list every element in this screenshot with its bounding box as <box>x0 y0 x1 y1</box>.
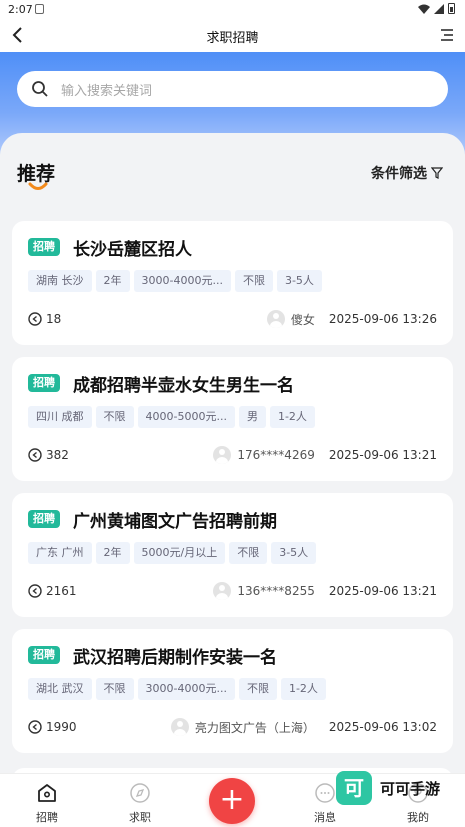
sim-icon <box>35 4 44 14</box>
recruit-badge: 招聘 <box>28 238 60 256</box>
battery-icon <box>448 3 455 14</box>
post-time: 2025-09-06 13:26 <box>328 312 437 326</box>
job-tags: 湖北 武汉 不限 3000-4000元... 不限 1-2人 <box>28 678 326 700</box>
job-tags: 四川 成都 不限 4000-5000元... 男 1-2人 <box>28 406 315 428</box>
tab-job-seek-label: 求职 <box>129 811 151 824</box>
search-icon <box>32 81 48 97</box>
tag-experience: 不限 <box>95 678 134 700</box>
view-count: 2161 <box>28 584 77 598</box>
poster-info: 136****8255 2025-09-06 13:21 <box>213 582 437 600</box>
tag-location: 湖北 武汉 <box>28 678 92 700</box>
tab-profile-label: 我的 <box>407 811 429 824</box>
view-count: 382 <box>28 448 69 462</box>
tag-salary: 3000-4000元... <box>137 678 235 700</box>
publish-button[interactable]: + <box>209 778 255 824</box>
view-count: 1990 <box>28 720 77 734</box>
tab-recruit-label: 招聘 <box>36 811 58 824</box>
tag-headcount: 1-2人 <box>280 678 326 700</box>
post-time: 2025-09-06 13:02 <box>328 720 437 734</box>
tag-headcount: 3-5人 <box>271 542 317 564</box>
eye-icon <box>28 720 42 734</box>
tag-experience: 不限 <box>95 406 134 428</box>
avatar <box>213 446 232 464</box>
tag-location: 湖南 长沙 <box>28 270 92 292</box>
post-time: 2025-09-06 13:21 <box>328 448 437 462</box>
signal-icon <box>434 3 444 14</box>
compass-icon <box>130 783 150 803</box>
tag-salary: 4000-5000元... <box>137 406 235 428</box>
avatar <box>213 582 232 600</box>
recruit-badge: 招聘 <box>28 646 60 664</box>
post-time: 2025-09-06 13:21 <box>328 584 437 598</box>
view-count-value: 382 <box>46 448 69 462</box>
job-card[interactable]: 招聘 武汉招聘后期制作安装一名 湖北 武汉 不限 3000-4000元... 不… <box>12 629 453 753</box>
tag-headcount: 3-5人 <box>276 270 322 292</box>
status-time: 2:07 <box>8 3 33 16</box>
funnel-icon <box>431 167 443 179</box>
tab-recruit[interactable]: 招聘 <box>27 782 67 825</box>
tag-gender: 不限 <box>229 542 268 564</box>
filter-label: 条件筛选 <box>371 166 427 182</box>
tag-gender: 男 <box>238 406 266 428</box>
wifi-icon <box>418 4 430 14</box>
job-card[interactable]: 招聘 广州黄埔图文广告招聘前期 广东 广州 2年 5000元/月以上 不限 3-… <box>12 493 453 617</box>
recruit-badge: 招聘 <box>28 374 60 392</box>
job-title: 成都招聘半壶水女生男生一名 <box>73 376 294 396</box>
page-title: 求职招聘 <box>206 31 259 46</box>
message-icon <box>315 783 335 803</box>
search-input[interactable]: 输入搜索关键词 <box>17 71 448 107</box>
eye-icon <box>28 312 42 326</box>
eye-icon <box>28 584 42 598</box>
job-title: 广州黄埔图文广告招聘前期 <box>73 512 277 532</box>
job-tags: 湖南 长沙 2年 3000-4000元... 不限 3-5人 <box>28 270 322 292</box>
poster-name: 136****8255 <box>237 584 315 598</box>
poster-info: 176****4269 2025-09-06 13:21 <box>213 446 437 464</box>
tab-messages-label: 消息 <box>314 811 336 824</box>
status-bar: 2:07 <box>0 0 465 20</box>
job-card[interactable]: 招聘 成都招聘半壶水女生男生一名 四川 成都 不限 4000-5000元... … <box>12 357 453 481</box>
eye-icon <box>28 448 42 462</box>
avatar <box>266 310 285 328</box>
poster-name: 176****4269 <box>237 448 315 462</box>
view-count: 18 <box>28 312 61 326</box>
poster-name: 亮力图文广告（上海） <box>194 720 315 735</box>
filter-button[interactable]: 条件筛选 <box>371 163 443 183</box>
tag-location: 四川 成都 <box>28 406 92 428</box>
tag-headcount: 1-2人 <box>269 406 315 428</box>
job-title: 长沙岳麓区招人 <box>73 240 192 260</box>
nav-bar: 求职招聘 <box>0 20 465 52</box>
view-count-value: 2161 <box>46 584 77 598</box>
job-card[interactable]: 招聘 长沙岳麓区招人 湖南 长沙 2年 3000-4000元... 不限 3-5… <box>12 221 453 345</box>
job-title: 武汉招聘后期制作安装一名 <box>73 648 277 668</box>
job-tags: 广东 广州 2年 5000元/月以上 不限 3-5人 <box>28 542 317 564</box>
watermark: 可 可可手游 <box>336 770 454 806</box>
tab-job-seek[interactable]: 求职 <box>120 782 160 825</box>
avatar <box>170 718 189 736</box>
poster-info: 亮力图文广告（上海） 2025-09-06 13:02 <box>170 718 437 736</box>
tag-experience: 2年 <box>95 270 130 292</box>
tag-gender: 不限 <box>234 270 273 292</box>
poster-info: 傻女 2025-09-06 13:26 <box>266 310 437 328</box>
search-placeholder: 输入搜索关键词 <box>61 84 153 99</box>
recruit-badge: 招聘 <box>28 510 60 528</box>
watermark-logo: 可 <box>336 771 372 805</box>
menu-icon[interactable] <box>439 27 455 43</box>
view-count-value: 1990 <box>46 720 77 734</box>
poster-name: 傻女 <box>290 312 315 327</box>
tag-salary: 3000-4000元... <box>133 270 231 292</box>
smile-underline-icon <box>28 182 48 190</box>
home-icon <box>38 784 56 802</box>
tag-salary: 5000元/月以上 <box>133 542 226 564</box>
watermark-text: 可可手游 <box>380 779 441 798</box>
tag-location: 广东 广州 <box>28 542 92 564</box>
tag-gender: 不限 <box>238 678 277 700</box>
view-count-value: 18 <box>46 312 62 326</box>
tag-experience: 2年 <box>95 542 130 564</box>
